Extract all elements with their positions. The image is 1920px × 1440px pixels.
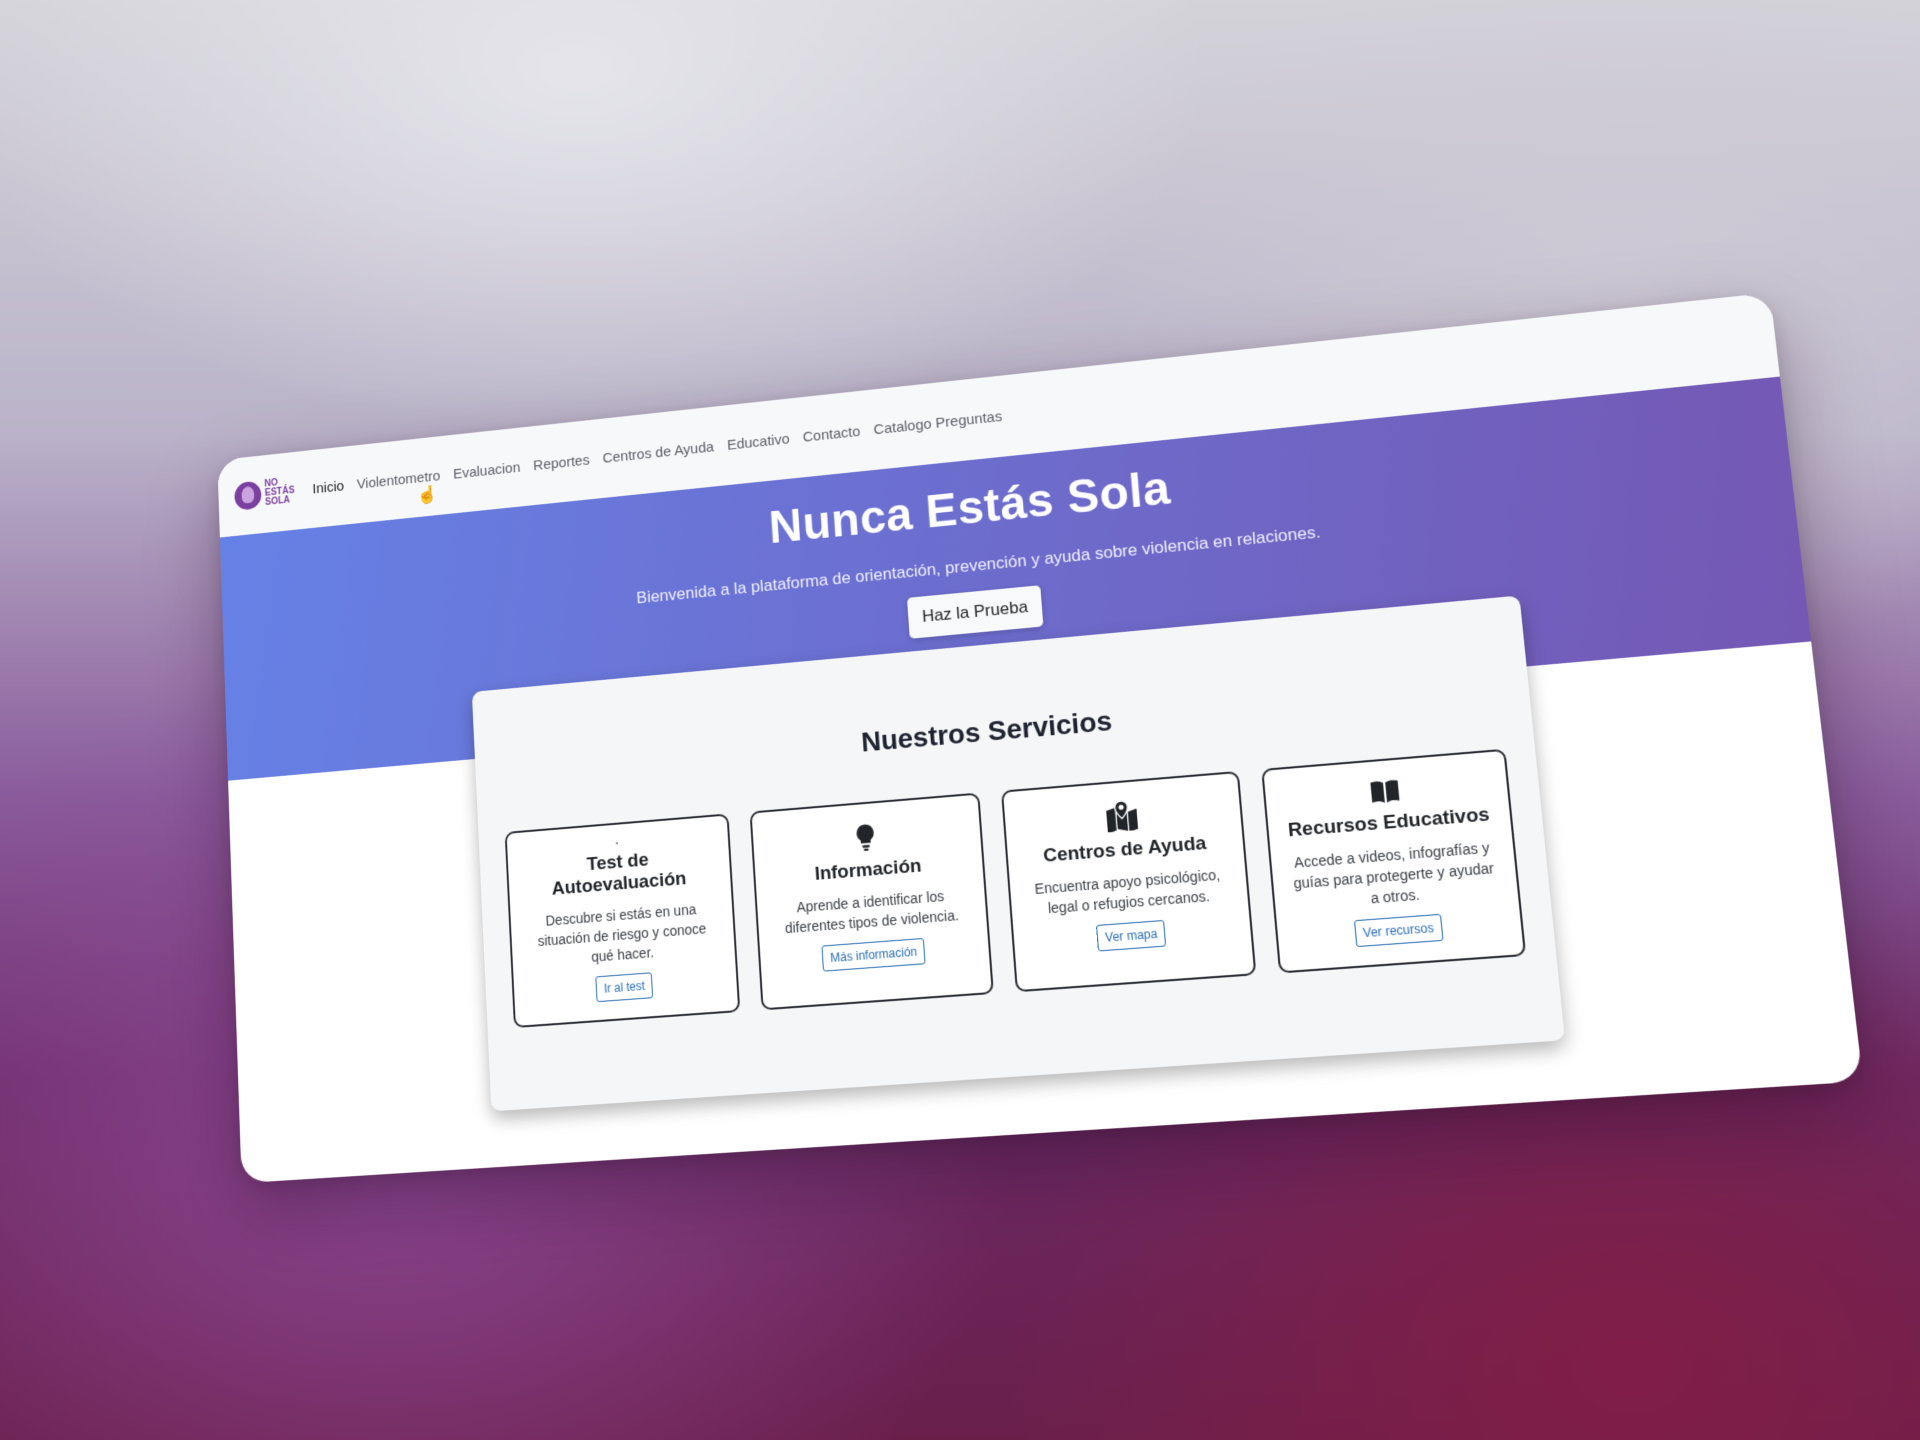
nav-item-educativo[interactable]: Educativo	[727, 430, 790, 453]
service-card-centros: Centros de Ayuda Encuentra apoyo psicoló…	[1001, 771, 1256, 992]
more-info-button[interactable]: Más información	[822, 938, 926, 972]
take-test-button[interactable]: Haz la Prueba	[907, 585, 1043, 639]
card-text: Descubre si estás en una situación de ri…	[525, 898, 719, 972]
service-card-test: Test de Autoevaluación Descubre si estás…	[505, 813, 740, 1028]
card-title: Información	[814, 855, 922, 885]
view-resources-button[interactable]: Ver recursos	[1353, 914, 1443, 947]
nav-item-evaluacion[interactable]: Evaluacion	[453, 459, 521, 482]
logo-text: NO ESTÁS SOLA	[264, 477, 295, 508]
service-card-recursos: Recursos Educativos Accede a videos, inf…	[1261, 749, 1527, 974]
browser-window: NO ESTÁS SOLA Inicio Violentometro ☝ Eval…	[217, 293, 1863, 1184]
nav-item-violentometro[interactable]: Violentometro ☝	[356, 467, 440, 492]
broken-heart-icon	[600, 841, 632, 846]
service-cards: Test de Autoevaluación Descubre si estás…	[505, 749, 1527, 1028]
card-title: Recursos Educativos	[1287, 804, 1491, 843]
map-pin-icon	[1103, 800, 1140, 833]
go-to-test-button[interactable]: Ir al test	[596, 972, 654, 1002]
hand-cursor-icon: ☝	[417, 485, 438, 504]
view-map-button[interactable]: Ver mapa	[1096, 920, 1167, 952]
brand-logo[interactable]: NO ESTÁS SOLA	[234, 477, 295, 511]
service-card-informacion: Información Aprende a identificar los di…	[749, 793, 994, 1011]
logo-line: SOLA	[265, 495, 295, 507]
open-book-icon	[1366, 778, 1404, 805]
background-stage: NO ESTÁS SOLA Inicio Violentometro ☝ Eval…	[0, 0, 1920, 1440]
card-text: Aprende a identificar los diferentes tip…	[772, 884, 971, 939]
nav-item-centros-de-ayuda[interactable]: Centros de Ayuda	[602, 438, 714, 466]
nav-item-reportes[interactable]: Reportes	[533, 452, 590, 474]
nav-item-inicio[interactable]: Inicio	[312, 478, 344, 497]
card-title: Test de Autoevaluación	[523, 844, 715, 902]
services-section: Nuestros Servicios Test de Autoevaluació…	[228, 641, 1863, 1183]
card-text: Accede a videos, infografías y guías par…	[1287, 837, 1501, 915]
card-title: Centros de Ayuda	[1042, 833, 1207, 868]
lightbulb-icon	[848, 821, 883, 854]
nav-item-contacto[interactable]: Contacto	[802, 423, 860, 445]
card-text: Encuentra apoyo psicológico, legal o ref…	[1026, 864, 1231, 920]
nav-item-catalogo-preguntas[interactable]: Catalogo Preguntas	[873, 408, 1003, 438]
logo-silhouette-icon	[234, 480, 262, 510]
